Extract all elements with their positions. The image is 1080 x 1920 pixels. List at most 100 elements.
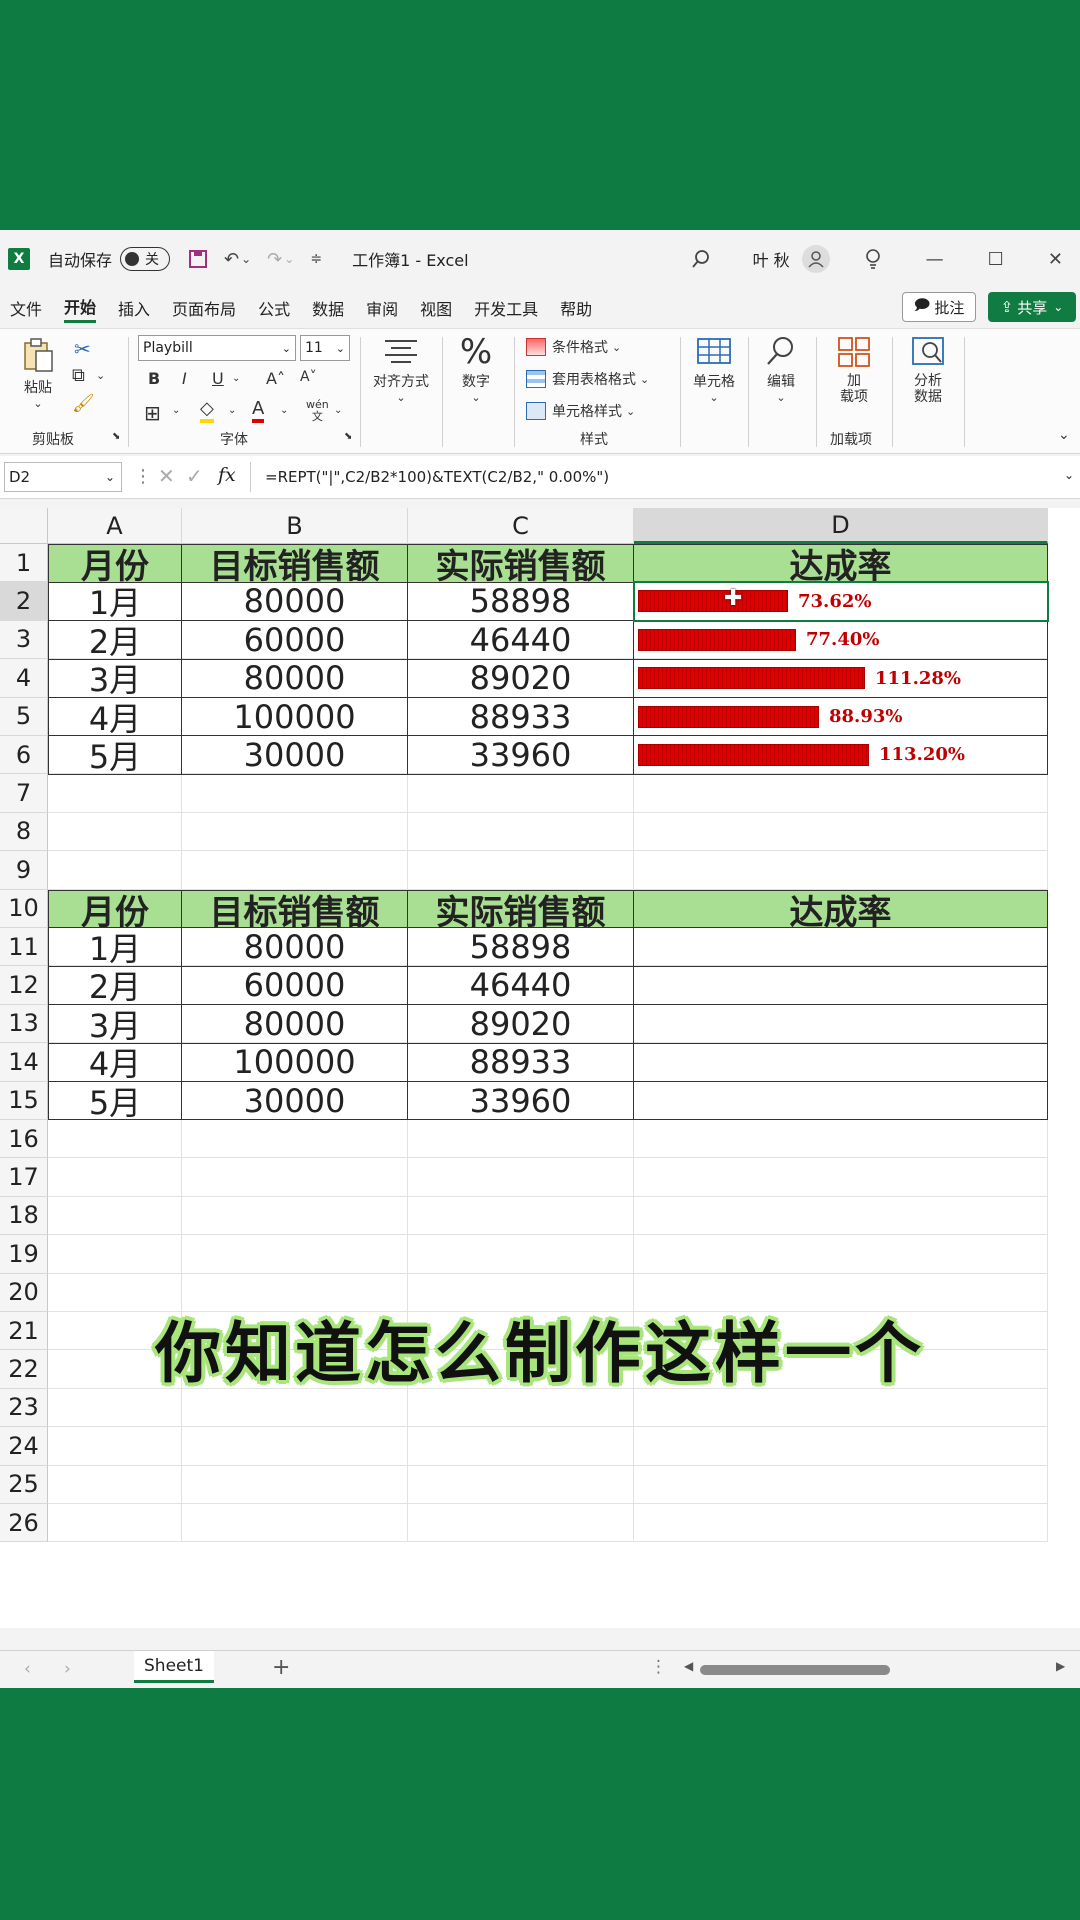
redo-dropdown-icon[interactable]: ⌄ [284,252,294,266]
rate-cell[interactable] [634,966,1048,1006]
save-icon[interactable] [188,249,208,269]
actual-cell[interactable]: 58898 [408,928,634,967]
row-header-6[interactable]: 6 [0,736,48,775]
scroll-left-icon[interactable]: ◀ [684,1659,693,1673]
copy-icon[interactable]: ⧉ [72,365,85,386]
row-header-3[interactable]: 3 [0,620,48,660]
row-header-4[interactable]: 4 [0,659,48,698]
month-cell[interactable]: 2月 [48,620,182,661]
avatar[interactable] [801,245,830,273]
collapse-ribbon-icon[interactable]: ⌄ [1058,427,1070,443]
fill-color-icon[interactable]: ◇ [200,399,214,423]
phonetic-dropdown-icon[interactable]: ⌄ [334,405,342,416]
font-size-combo[interactable]: 11 ⌄ [300,335,350,361]
alignment-button[interactable]: 对齐方式 ⌄ [366,337,436,404]
tab-data[interactable]: 数据 [312,296,344,320]
actual-cell[interactable]: 88933 [408,1043,634,1083]
tab-home[interactable]: 开始 [64,294,97,323]
month-cell[interactable]: 1月 [48,582,182,622]
autosave-toggle[interactable]: 关 [120,247,171,271]
tab-developer[interactable]: 开发工具 [474,296,538,320]
italic-button[interactable]: I [182,369,187,388]
row-header-24[interactable]: 24 [0,1427,48,1466]
row-header-19[interactable]: 19 [0,1235,48,1274]
target-cell[interactable]: 30000 [182,1082,408,1121]
phonetic-icon[interactable]: wén 文 [306,399,329,423]
sheet-tab-sheet1[interactable]: Sheet1 [134,1651,214,1683]
row-header-26[interactable]: 26 [0,1504,48,1543]
tab-insert[interactable]: 插入 [118,296,150,320]
maximize-icon[interactable]: ☐ [988,249,1004,270]
add-ins-button[interactable]: 加 载项 [826,335,882,405]
insert-function-button[interactable]: fx [218,464,236,486]
rate-cell[interactable]: 77.40% [634,620,1048,660]
header-cell[interactable]: 目标销售额 [182,889,408,933]
add-sheet-button[interactable]: + [272,1655,290,1680]
format-painter-icon[interactable]: 🖌 [72,393,95,414]
borders-dropdown-icon[interactable]: ⌄ [172,405,180,416]
select-all-corner[interactable] [0,508,48,544]
enter-icon[interactable]: ✓ [186,464,203,488]
row-header-5[interactable]: 5 [0,697,48,736]
fill-color-dropdown-icon[interactable]: ⌄ [228,405,236,416]
share-button[interactable]: ⇪ 共享 ⌄ [988,292,1076,322]
actual-cell[interactable]: 46440 [408,621,634,660]
header-cell[interactable]: 实际销售额 [408,544,634,587]
tab-view[interactable]: 视图 [420,296,452,320]
row-header-2[interactable]: 2 [0,582,48,621]
row-header-1[interactable]: 1 [0,544,48,583]
paste-dropdown-icon[interactable]: ⌄ [18,397,58,410]
header-cell[interactable]: 实际销售额 [408,889,634,933]
cut-icon[interactable]: ✂ [74,337,91,361]
tab-file[interactable]: 文件 [10,296,42,320]
cancel-icon[interactable]: ✕ [158,464,175,488]
redo-icon[interactable]: ↷ [267,249,282,270]
grow-font-button[interactable]: A˄ [266,369,285,388]
formula-input[interactable]: =REPT("|",C2/B2*100)&TEXT(C2/B2," 0.00%"… [250,462,1064,492]
actual-cell[interactable]: 33960 [408,1082,634,1121]
target-cell[interactable]: 60000 [182,966,408,1006]
target-cell[interactable]: 80000 [182,582,408,622]
month-cell[interactable]: 5月 [48,736,182,776]
header-cell[interactable]: 达成率 [634,544,1048,587]
conditional-formatting-button[interactable]: 条件格式 ⌄ [526,337,621,357]
minimize-icon[interactable]: — [926,249,944,270]
rate-cell[interactable]: 113.20% [634,736,1048,775]
tab-help[interactable]: 帮助 [560,296,592,320]
target-cell[interactable]: 100000 [182,698,408,737]
notes-button[interactable]: 🗩 批注 [902,292,976,322]
actual-cell[interactable]: 89020 [408,1005,634,1044]
next-sheet-icon[interactable]: › [64,1659,71,1679]
rate-cell[interactable] [634,1004,1048,1044]
rate-cell[interactable]: 88.93% [634,697,1048,737]
month-cell[interactable]: 4月 [48,697,182,738]
target-cell[interactable]: 80000 [182,1005,408,1044]
horizontal-scrollbar[interactable] [700,1665,890,1675]
header-cell[interactable]: 达成率 [634,889,1048,933]
clipboard-launcher-icon[interactable]: ⬊ [112,431,120,442]
font-color-icon[interactable]: A [252,399,265,423]
row-header-11[interactable]: 11 [0,928,48,967]
number-format-button[interactable]: % 数字 ⌄ [448,333,504,404]
row-header-10[interactable]: 10 [0,889,48,928]
editing-button[interactable]: 编辑 ⌄ [756,335,806,404]
undo-icon[interactable]: ↶ [224,249,239,270]
row-header-18[interactable]: 18 [0,1196,48,1236]
underline-button[interactable]: U [212,369,224,388]
row-header-17[interactable]: 17 [0,1158,48,1197]
row-header-7[interactable]: 7 [0,774,48,813]
header-cell[interactable]: 月份 [48,889,182,933]
month-cell[interactable]: 4月 [48,1043,182,1083]
month-cell[interactable]: 2月 [48,966,182,1006]
actual-cell[interactable]: 33960 [408,736,634,775]
tab-review[interactable]: 审阅 [366,296,398,320]
header-cell[interactable]: 目标销售额 [182,544,408,587]
target-cell[interactable]: 80000 [182,928,408,967]
font-launcher-icon[interactable]: ⬊ [344,431,352,442]
row-header-9[interactable]: 9 [0,851,48,890]
rate-cell[interactable] [634,1043,1048,1083]
month-cell[interactable]: 5月 [48,1081,182,1122]
expand-formula-icon[interactable]: ⌄ [1064,468,1074,482]
close-icon[interactable]: ✕ [1048,249,1063,270]
rate-cell[interactable] [634,1081,1048,1121]
